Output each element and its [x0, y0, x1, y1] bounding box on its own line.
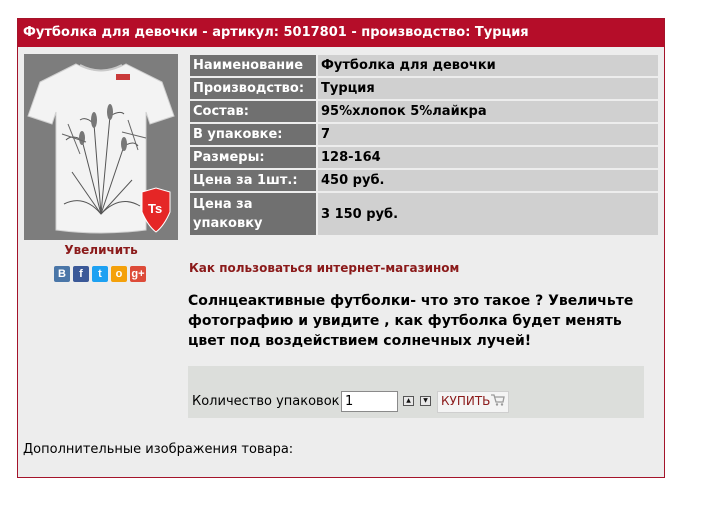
- odnoklassniki-icon[interactable]: о: [111, 266, 127, 282]
- facebook-icon[interactable]: f: [73, 266, 89, 282]
- property-value: 7: [318, 124, 658, 145]
- enlarge-link[interactable]: Увеличить: [24, 243, 178, 257]
- google-plus-icon[interactable]: g+: [130, 266, 146, 282]
- property-label: Производство:: [190, 78, 316, 99]
- share-buttons: В f t о g+: [54, 266, 146, 282]
- vk-icon[interactable]: В: [54, 266, 70, 282]
- property-value: Футболка для девочки: [318, 55, 658, 76]
- buy-button[interactable]: КУПИТЬ: [437, 391, 510, 413]
- table-row: Состав: 95%хлопок 5%лайкра: [190, 101, 658, 122]
- property-value: 128-164: [318, 147, 658, 168]
- buy-box: Количество упаковок: ▲ ▼ КУПИТЬ: [188, 366, 644, 418]
- property-label: Цена за упаковку: [190, 193, 316, 235]
- product-description: Солнцеактивные футболки- что это такое ?…: [188, 293, 634, 349]
- quantity-input[interactable]: [341, 391, 398, 412]
- property-label: Состав:: [190, 101, 316, 122]
- quantity-label: Количество упаковок:: [192, 394, 344, 409]
- brand-logo: Ts: [148, 201, 163, 216]
- table-row: Наименование Футболка для девочки: [190, 55, 658, 76]
- table-row: Производство: Турция: [190, 78, 658, 99]
- product-panel: Футболка для девочки - артикул: 5017801 …: [17, 18, 665, 478]
- table-row: Цена за упаковку 3 150 руб.: [190, 193, 658, 235]
- property-label: В упаковке:: [190, 124, 316, 145]
- product-photo[interactable]: Ts: [24, 54, 178, 240]
- decrease-quantity-button[interactable]: ▼: [420, 396, 431, 406]
- buy-button-label: КУПИТЬ: [441, 394, 491, 408]
- table-row: Размеры: 128-164: [190, 147, 658, 168]
- property-value: Турция: [318, 78, 658, 99]
- property-value: 450 руб.: [318, 170, 658, 191]
- twitter-icon[interactable]: t: [92, 266, 108, 282]
- table-row: Цена за 1шт.: 450 руб.: [190, 170, 658, 191]
- extra-images-label: Дополнительные изображения товара:: [23, 442, 294, 457]
- property-value: 95%хлопок 5%лайкра: [318, 101, 658, 122]
- property-value: 3 150 руб.: [318, 193, 658, 235]
- cart-icon: [491, 394, 506, 406]
- product-title: Футболка для девочки - артикул: 5017801 …: [18, 19, 664, 47]
- property-label: Размеры:: [190, 147, 316, 168]
- product-properties: Наименование Футболка для девочки Произв…: [188, 53, 660, 237]
- increase-quantity-button[interactable]: ▲: [403, 396, 414, 406]
- table-row: В упаковке: 7: [190, 124, 658, 145]
- property-label: Цена за 1шт.:: [190, 170, 316, 191]
- howto-link[interactable]: Как пользоваться интернет-магазином: [189, 261, 459, 275]
- property-label: Наименование: [190, 55, 316, 76]
